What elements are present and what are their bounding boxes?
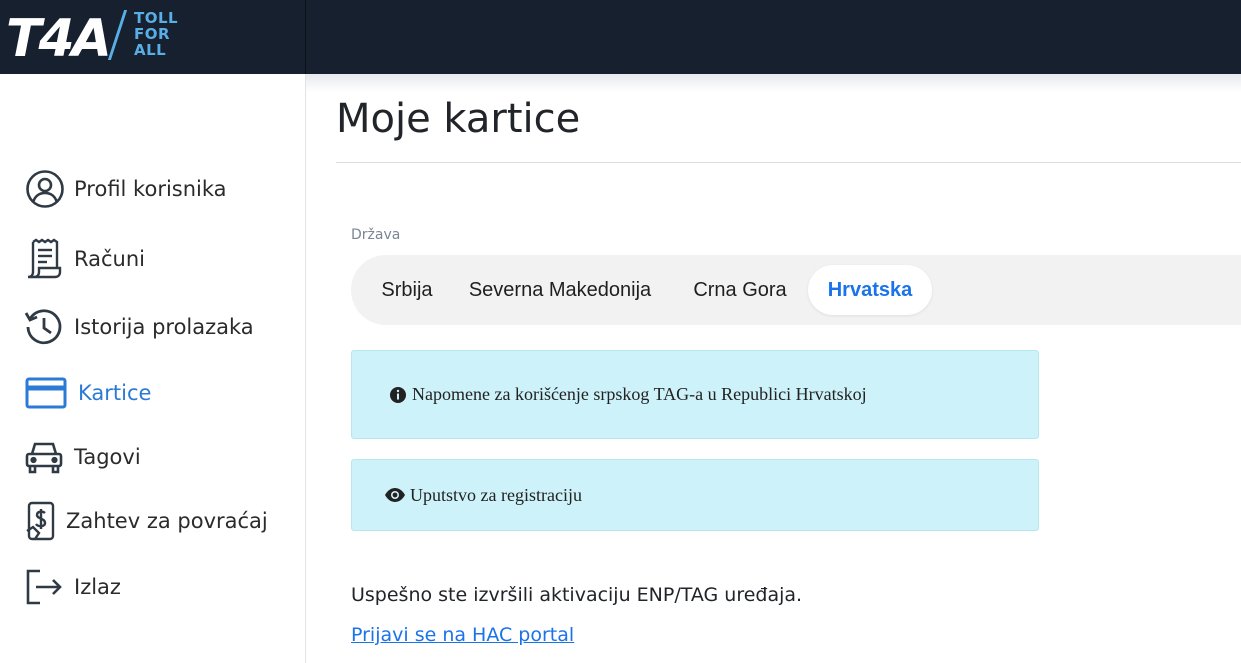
sidebar-item-bills[interactable]: Računi xyxy=(24,237,145,281)
logo-tagline: TOLL FOR ALL xyxy=(134,10,178,58)
history-icon xyxy=(24,306,64,348)
sidebar-item-label: Računi xyxy=(74,247,145,271)
car-icon xyxy=(24,436,64,478)
sidebar-item-cards[interactable]: Kartice xyxy=(24,371,151,415)
usage-notes-text: Napomene za korišćenje srpskog TAG-a u R… xyxy=(412,384,867,404)
user-circle-icon xyxy=(24,168,66,210)
t4a-logo-mark: T4A xyxy=(6,9,112,61)
credit-card-icon xyxy=(24,372,68,414)
sidebar-item-label: Zahtev za povraćaj xyxy=(66,509,268,533)
sidebar-item-label: Kartice xyxy=(78,381,152,405)
info-icon xyxy=(388,385,408,405)
sidebar-item-label: Tagovi xyxy=(74,445,141,469)
tab-crna-gora[interactable]: Crna Gora xyxy=(675,265,805,315)
eye-icon xyxy=(384,485,406,505)
logo-tagline-line: FOR xyxy=(134,25,171,43)
page-title: Moje kartice xyxy=(336,96,581,142)
refund-icon xyxy=(24,500,58,542)
activation-success-message: Uspešno ste izvršili aktivaciju ENP/TAG … xyxy=(351,584,803,606)
sidebar-item-history[interactable]: Istorija prolazaka xyxy=(24,305,254,349)
registration-guide-text: Uputstvo za registraciju xyxy=(410,484,582,505)
tab-hrvatska[interactable]: Hrvatska xyxy=(808,265,932,315)
sidebar-item-label: Istorija prolazaka xyxy=(74,315,254,339)
logout-icon xyxy=(24,566,64,608)
sidebar-item-label: Profil korisnika xyxy=(74,177,227,201)
tab-srbija[interactable]: Srbija xyxy=(365,265,449,315)
logo-tagline-line: TOLL xyxy=(134,9,179,27)
title-divider xyxy=(336,162,1241,163)
sidebar-item-tags[interactable]: Tagovi xyxy=(24,435,141,479)
top-bar: T4A TOLL FOR ALL xyxy=(0,0,1241,74)
country-label: Država xyxy=(351,227,401,243)
svg-text:T4A: T4A xyxy=(6,9,109,61)
sidebar-item-refund[interactable]: Zahtev za povraćaj xyxy=(24,499,268,543)
logo[interactable]: T4A TOLL FOR ALL xyxy=(0,0,306,74)
main-content: Moje kartice Država Srbija Severna Maked… xyxy=(306,74,1241,663)
usage-notes-panel[interactable]: Napomene za korišćenje srpskog TAG-a u R… xyxy=(351,350,1039,439)
sidebar: Profil korisnika Računi Istorija prolaza… xyxy=(0,74,306,663)
country-tabs: Srbija Severna Makedonija Crna Gora Hrva… xyxy=(351,255,1241,325)
registration-guide-panel[interactable]: Uputstvo za registraciju xyxy=(351,459,1039,531)
logo-tagline-line: ALL xyxy=(134,41,167,59)
sidebar-item-logout[interactable]: Izlaz xyxy=(24,565,121,609)
hac-portal-link[interactable]: Prijavi se na HAC portal xyxy=(351,624,574,646)
receipt-icon xyxy=(24,238,64,280)
sidebar-item-profile[interactable]: Profil korisnika xyxy=(24,167,227,211)
tab-severna-makedonija[interactable]: Severna Makedonija xyxy=(457,265,663,315)
sidebar-item-label: Izlaz xyxy=(74,575,121,599)
